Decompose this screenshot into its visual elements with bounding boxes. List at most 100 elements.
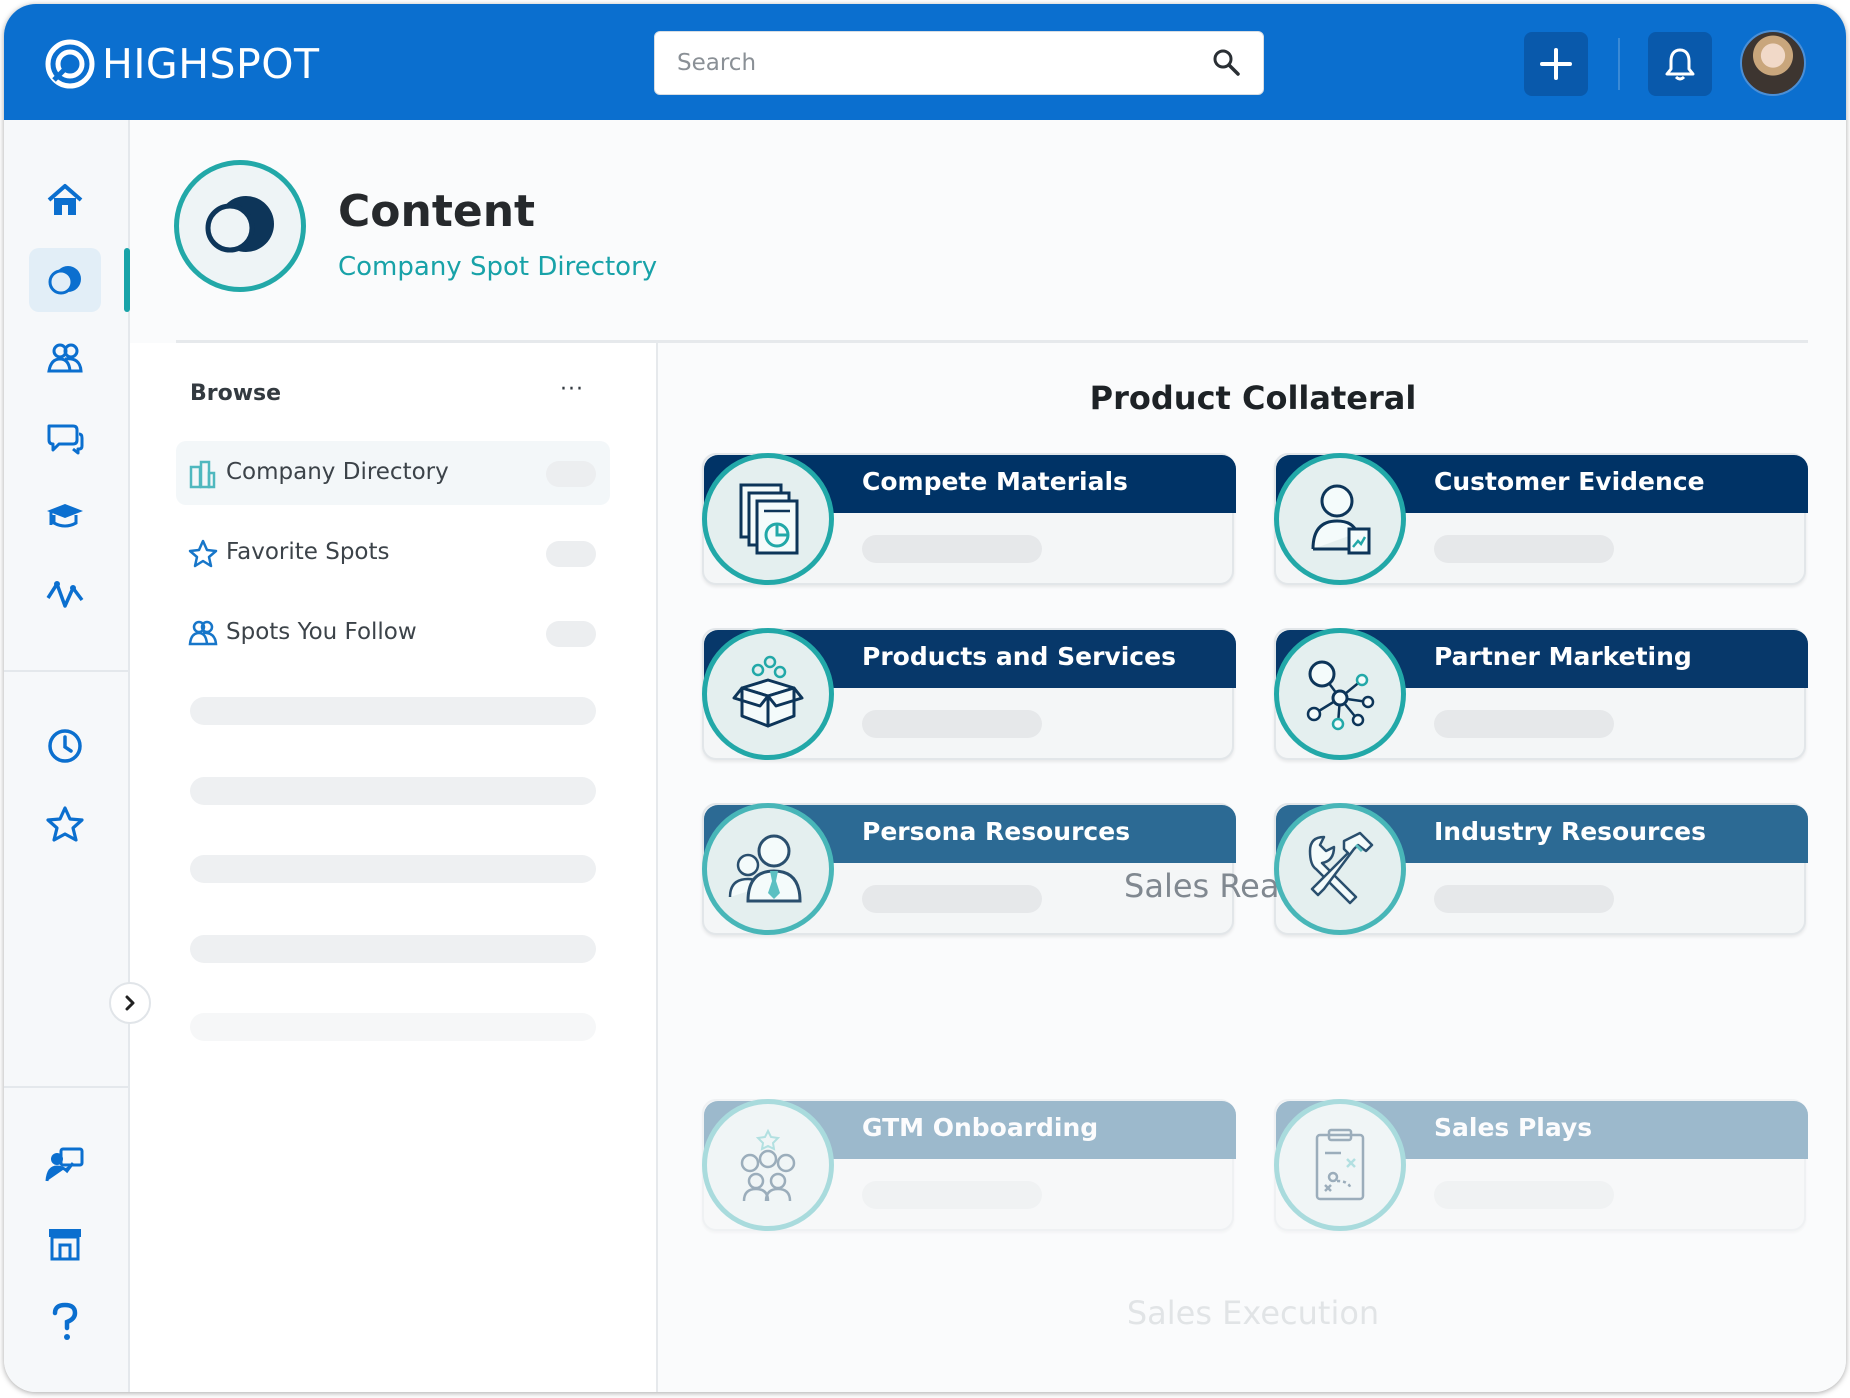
section-title: Sales Readiness: [1124, 867, 1382, 905]
spot-directory: Product Collateral Compete Materials Cus…: [660, 343, 1846, 1392]
card-title: Partner Marketing: [1434, 642, 1692, 671]
nav-store[interactable]: [29, 1212, 101, 1276]
content-icon: [205, 196, 274, 253]
training-icon: [47, 504, 83, 528]
spot-card-customer-evidence[interactable]: Customer Evidence: [1274, 453, 1808, 585]
nav-favorites[interactable]: [29, 792, 101, 856]
spot-card-compete-materials[interactable]: Compete Materials: [702, 453, 1236, 585]
card-icon-badge: [1274, 1099, 1406, 1231]
more-options-button[interactable]: ···: [560, 377, 584, 402]
count-badge: [546, 621, 596, 647]
nav-home[interactable]: [29, 168, 101, 232]
card-title: Persona Resources: [862, 817, 1131, 846]
card-icon-badge: [702, 453, 834, 585]
browse-panel: Browse ··· Company Directory Favorite Sp…: [130, 343, 658, 1392]
star-icon: [46, 806, 84, 842]
spot-card-partner-marketing[interactable]: Partner Marketing: [1274, 628, 1808, 760]
presenter-icon: [45, 1147, 84, 1182]
browse-item-label: Favorite Spots: [226, 539, 390, 565]
spot-card-sales-plays[interactable]: Sales Plays: [1274, 1099, 1808, 1231]
card-title: Customer Evidence: [1434, 467, 1705, 496]
people-icon: [47, 343, 83, 373]
clock-icon: [48, 729, 82, 763]
browse-item-label: Company Directory: [226, 459, 449, 485]
card-title: Industry Resources: [1434, 817, 1706, 846]
nav-analytics[interactable]: [29, 562, 101, 626]
content-icon: [48, 266, 81, 295]
rail-divider: [4, 1086, 130, 1088]
team-icon: [740, 1128, 796, 1202]
search-bar: [654, 31, 1264, 95]
left-nav-rail: [4, 120, 130, 1392]
card-title: Products and Services: [862, 642, 1176, 671]
network-icon: [1306, 660, 1375, 731]
section-title: Product Collateral: [1089, 379, 1417, 417]
playbook-icon: [1315, 1128, 1365, 1201]
nav-recent[interactable]: [29, 714, 101, 778]
nav-content[interactable]: [29, 248, 101, 312]
top-bar: HIGHSPOT: [4, 4, 1846, 120]
person-document-icon: [1311, 484, 1371, 555]
nav-presenter[interactable]: [29, 1132, 101, 1196]
browse-title: Browse: [190, 381, 282, 406]
card-placeholder: [1434, 710, 1614, 738]
rail-divider: [4, 670, 130, 672]
card-placeholder: [862, 535, 1042, 563]
card-placeholder: [1434, 1181, 1614, 1209]
nav-help[interactable]: [29, 1290, 101, 1354]
active-indicator: [124, 248, 130, 312]
browse-item-label: Spots You Follow: [226, 619, 417, 645]
nav-training[interactable]: [29, 484, 101, 548]
card-title: GTM Onboarding: [862, 1113, 1099, 1142]
store-icon: [49, 1229, 81, 1261]
chevron-right-icon: [125, 995, 135, 1011]
logo[interactable]: HIGHSPOT: [44, 38, 320, 90]
search-icon[interactable]: [1211, 47, 1241, 77]
notifications-button[interactable]: [1648, 32, 1712, 96]
card-title: Sales Plays: [1434, 1113, 1593, 1142]
people-icon: [188, 620, 218, 646]
spot-card-products-and-services[interactable]: Products and Services: [702, 628, 1236, 760]
content-badge: [174, 160, 306, 292]
brand-name: HIGHSPOT: [102, 40, 320, 88]
spot-card-gtm-onboarding[interactable]: GTM Onboarding: [702, 1099, 1236, 1231]
card-icon-badge: [1274, 628, 1406, 760]
skeleton-row: [190, 855, 596, 883]
user-avatar[interactable]: [1740, 30, 1806, 96]
buildings-icon: [189, 460, 216, 489]
card-icon-badge: [702, 1099, 834, 1231]
skeleton-row: [190, 697, 596, 725]
create-button[interactable]: [1524, 32, 1588, 96]
browse-item-favorite-spots[interactable]: Favorite Spots: [176, 521, 610, 585]
analytics-icon: [46, 581, 84, 608]
card-placeholder: [1434, 535, 1614, 563]
card-icon-badge: [1274, 453, 1406, 585]
open-box-icon: [732, 655, 804, 728]
card-title: Compete Materials: [862, 467, 1128, 496]
card-icon-badge: [1274, 803, 1406, 935]
page-subtitle[interactable]: Company Spot Directory: [338, 252, 657, 282]
toolbar-divider: [1618, 38, 1620, 90]
star-icon: [188, 539, 218, 568]
highspot-logo-icon: [45, 39, 95, 89]
chat-icon: [47, 424, 84, 455]
documents-chart-icon: [739, 483, 799, 555]
bell-icon: [1665, 48, 1695, 81]
skeleton-row: [190, 1013, 596, 1041]
browse-item-spots-you-follow[interactable]: Spots You Follow: [176, 601, 610, 665]
browse-item-company-directory[interactable]: Company Directory: [176, 441, 610, 505]
skeleton-row: [190, 777, 596, 805]
persona-icon: [728, 834, 802, 903]
nav-conversations[interactable]: [29, 406, 101, 470]
count-badge: [546, 541, 596, 567]
page-title: Content: [338, 186, 536, 237]
plus-icon: [1540, 48, 1572, 80]
card-placeholder: [862, 1181, 1042, 1209]
search-input[interactable]: [655, 32, 1263, 94]
app-window: HIGHSPOT Search Content Company Spot Dir…: [4, 4, 1846, 1392]
card-placeholder: [862, 710, 1042, 738]
tools-icon: [1308, 831, 1374, 905]
nav-people[interactable]: [29, 326, 101, 390]
expand-rail-button[interactable]: [109, 982, 151, 1024]
card-icon-badge: [702, 803, 834, 935]
